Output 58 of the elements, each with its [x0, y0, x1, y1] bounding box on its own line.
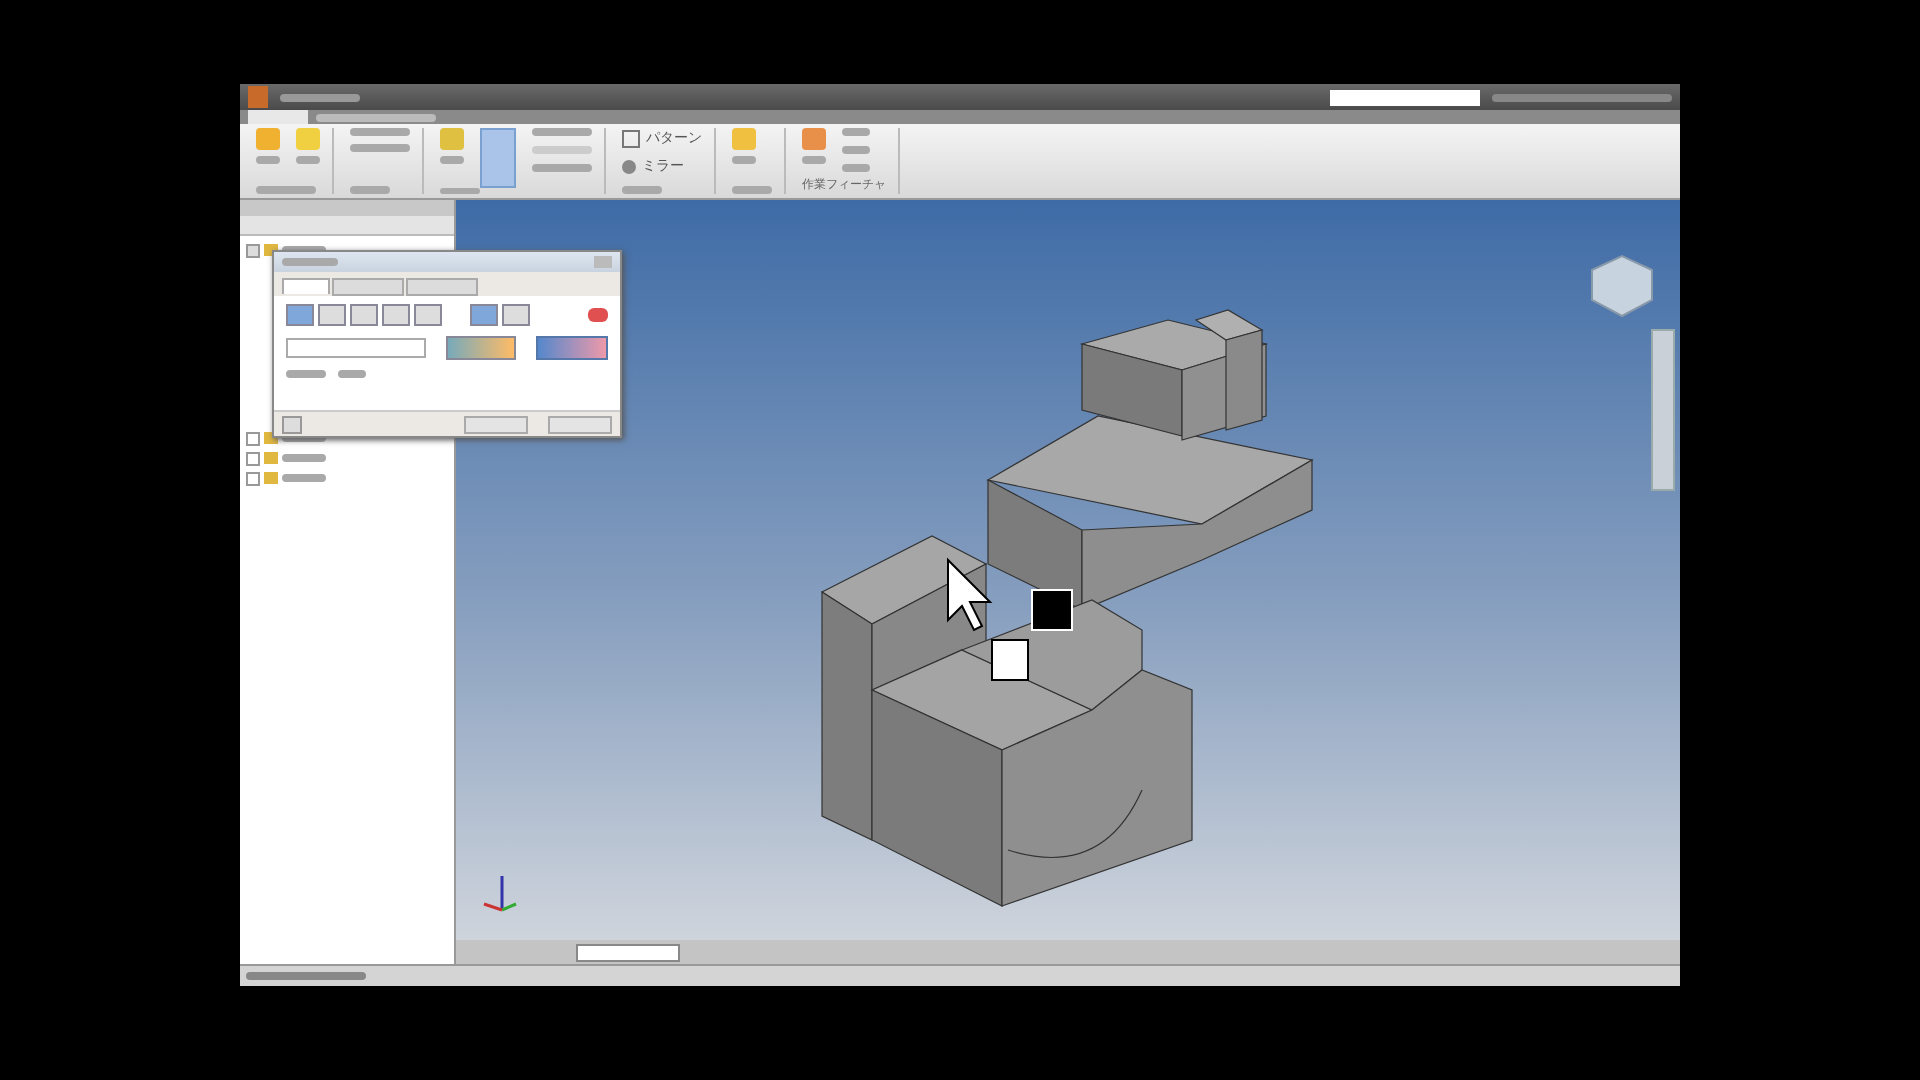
- tool-icon[interactable]: [256, 128, 280, 150]
- blurred-label: [842, 164, 870, 172]
- blurred-label: [282, 454, 326, 462]
- tool-icon[interactable]: [440, 128, 464, 150]
- cursor-icon: [947, 557, 993, 632]
- blurred-label: [338, 370, 366, 378]
- expand-icon[interactable]: [246, 431, 260, 445]
- view-cube-icon[interactable]: [1591, 254, 1653, 318]
- blurred-label: [732, 156, 756, 164]
- blurred-label: [316, 113, 436, 121]
- blurred-label: [842, 128, 870, 136]
- option-button[interactable]: [350, 304, 378, 326]
- axis-triad-icon: [483, 876, 517, 912]
- ok-button[interactable]: [464, 415, 528, 433]
- collapse-icon[interactable]: [246, 243, 260, 257]
- option-button[interactable]: [445, 336, 517, 360]
- blurred-label: [622, 186, 662, 194]
- option-button[interactable]: [470, 304, 498, 326]
- blurred-label: [282, 474, 326, 482]
- tool-icon[interactable]: [802, 128, 826, 150]
- dialog-tab[interactable]: [282, 278, 330, 294]
- option-button[interactable]: [536, 336, 608, 360]
- expand-icon[interactable]: [246, 471, 260, 485]
- blurred-label: [256, 156, 280, 164]
- blurred-label: [532, 164, 592, 172]
- blurred-label: [732, 186, 772, 194]
- blurred-label: [350, 128, 410, 136]
- option-button[interactable]: [502, 304, 530, 326]
- blurred-label: [350, 186, 390, 194]
- option-button[interactable]: [382, 304, 410, 326]
- option-button[interactable]: [318, 304, 346, 326]
- blurred-label: [532, 128, 592, 136]
- blurred-label: [282, 258, 338, 266]
- tool-icon[interactable]: [296, 128, 320, 150]
- help-button[interactable]: [282, 415, 302, 433]
- tool-icon[interactable]: [732, 128, 756, 150]
- blurred-label: [350, 144, 410, 152]
- blurred-label: [440, 188, 480, 194]
- blurred-label: [246, 972, 366, 980]
- dialog-tab[interactable]: [406, 278, 478, 296]
- blurred-label: [842, 146, 870, 154]
- blurred-label: [286, 370, 326, 378]
- blurred-label: [280, 93, 360, 101]
- blurred-label: [440, 156, 464, 164]
- sketch-point-icon: [991, 589, 1073, 681]
- document-tab[interactable]: [576, 943, 680, 961]
- cancel-button[interactable]: [548, 415, 612, 433]
- tool-button[interactable]: [480, 128, 516, 188]
- expand-icon[interactable]: [246, 451, 260, 465]
- search-field[interactable]: [1330, 89, 1480, 105]
- blurred-label: [802, 156, 826, 164]
- option-button[interactable]: [286, 304, 314, 326]
- flip-icon[interactable]: [588, 308, 608, 322]
- dialog-tab[interactable]: [332, 278, 404, 296]
- blurred-label: [296, 156, 320, 164]
- blurred-label: [256, 186, 316, 194]
- distance-field[interactable]: [286, 338, 425, 358]
- option-button[interactable]: [414, 304, 442, 326]
